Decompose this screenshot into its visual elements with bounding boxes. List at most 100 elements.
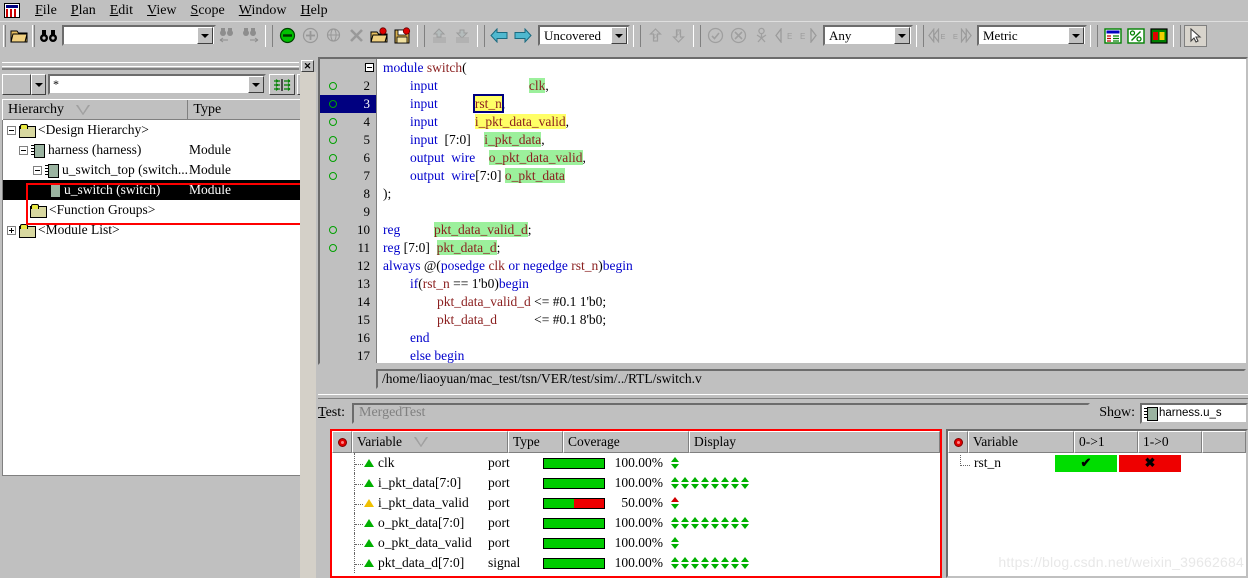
tree-item-design-hierarchy[interactable]: <Design Hierarchy> <box>3 120 313 140</box>
first-element-icon[interactable]: E <box>927 25 950 47</box>
column-header-display[interactable]: Display <box>689 431 940 453</box>
column-header-one-to-zero[interactable]: 1->0 <box>1138 431 1202 453</box>
svg-text:P: P <box>653 35 657 41</box>
pointer-tool-icon[interactable] <box>1184 24 1207 47</box>
source-code-text[interactable]: module switch( input clk, input rst_n, i… <box>377 59 1246 363</box>
coverage-table-body[interactable]: clk port 100.00% i_pkt_data[7:0] port 10… <box>332 453 940 576</box>
mark-uncovered-icon[interactable] <box>727 25 750 47</box>
horizontal-splitter[interactable] <box>318 394 1248 399</box>
previous-point-icon[interactable]: P <box>644 25 667 47</box>
fold-icon[interactable] <box>365 63 374 72</box>
move-down-icon[interactable] <box>451 25 474 47</box>
move-up-icon[interactable] <box>428 25 451 47</box>
forward-arrow-icon[interactable] <box>511 25 534 47</box>
tree-item-u-switch[interactable]: u_switch (switch) Module <box>3 180 313 200</box>
find-previous-icon[interactable] <box>216 25 239 47</box>
coverage-status-column-header[interactable] <box>332 431 352 453</box>
table-view-icon[interactable] <box>1101 25 1124 47</box>
chevron-down-icon[interactable] <box>197 27 213 44</box>
save-exclusion-icon[interactable] <box>391 25 414 47</box>
column-header-coverage[interactable]: Coverage <box>563 431 689 453</box>
column-header-extra[interactable] <box>1202 431 1246 453</box>
column-header-variable[interactable]: Variable <box>352 431 508 453</box>
metric-combo[interactable]: Metric <box>977 25 1087 46</box>
table-row[interactable]: rst_n ✔ ✖ <box>948 453 1246 473</box>
include-icon[interactable] <box>299 25 322 47</box>
any-filter-combo[interactable]: Any <box>823 25 913 46</box>
chevron-down-icon[interactable] <box>611 27 627 44</box>
tree-item-type: Module <box>189 142 231 157</box>
coverage-percent: 100.00% <box>614 535 663 550</box>
table-row[interactable]: pkt_data_d[7:0] signal 100.00% <box>332 553 940 573</box>
file-path-field[interactable]: /home/liaoyuan/mac_test/tsn/VER/test/sim… <box>376 369 1246 389</box>
hierarchy-tree[interactable]: <Design Hierarchy> harness (harness) Mod… <box>2 120 314 476</box>
pane-drag-grip[interactable] <box>2 62 299 70</box>
column-header-hierarchy[interactable]: Hierarchy <box>3 100 189 120</box>
tree-item-function-groups[interactable]: <Function Groups> <box>3 200 313 220</box>
last-element-icon[interactable]: E <box>950 25 973 47</box>
table-row[interactable]: clk port 100.00% <box>332 453 940 473</box>
annotate-icon[interactable] <box>750 25 773 47</box>
menu-window[interactable]: Window <box>232 1 294 21</box>
globe-icon[interactable] <box>322 25 345 47</box>
table-row[interactable]: o_pkt_data_valid port 100.00% <box>332 533 940 553</box>
delete-icon[interactable] <box>345 25 368 47</box>
percent-view-icon[interactable] <box>1124 25 1147 47</box>
next-point-icon[interactable]: P <box>667 25 690 47</box>
selected-signal-rst-n[interactable]: rst_n <box>472 94 504 113</box>
menu-view[interactable]: View <box>140 1 184 21</box>
close-icon[interactable]: ✕ <box>301 59 314 72</box>
wildcard-filter-input[interactable]: * <box>48 74 266 95</box>
scope-selector-button[interactable] <box>2 74 31 95</box>
uncovered-filter-combo[interactable]: Uncovered <box>538 25 630 46</box>
exclude-icon[interactable] <box>276 25 299 47</box>
expander-icon[interactable] <box>33 165 42 175</box>
chevron-down-icon[interactable] <box>894 27 910 44</box>
back-arrow-icon[interactable] <box>488 25 511 47</box>
expander-icon[interactable] <box>7 225 16 235</box>
test-field[interactable]: MergedTest <box>352 402 1091 424</box>
column-header-type[interactable]: Type <box>188 100 314 120</box>
menu-help[interactable]: Help <box>293 1 334 21</box>
table-row[interactable]: i_pkt_data[7:0] port 100.00% <box>332 473 940 493</box>
show-label: Show: <box>1099 405 1135 420</box>
chart-view-icon[interactable] <box>1147 25 1170 47</box>
menu-file[interactable]: File <box>28 1 64 21</box>
wildcard-filter-value[interactable]: * <box>53 77 248 92</box>
mark-covered-icon[interactable] <box>704 25 727 47</box>
table-row[interactable]: o_pkt_data[7:0] port 100.00% <box>332 513 940 533</box>
search-combo[interactable] <box>62 25 216 46</box>
menu-scope[interactable]: Scope <box>184 1 232 21</box>
show-scope-field[interactable]: harness.u_s <box>1140 402 1248 424</box>
toggle-detail-body[interactable]: rst_n ✔ ✖ <box>948 453 1246 576</box>
menu-edit[interactable]: Edit <box>103 1 140 21</box>
coverage-marker-icon <box>329 172 337 180</box>
tree-item-u-switch-top[interactable]: u_switch_top (switch... Module <box>3 160 313 180</box>
open-exclusion-icon[interactable] <box>368 25 391 47</box>
find-next-icon[interactable] <box>239 25 262 47</box>
open-folder-icon[interactable] <box>8 25 31 47</box>
expander-icon[interactable] <box>19 145 28 155</box>
chevron-down-icon[interactable] <box>248 76 264 93</box>
expander-icon[interactable] <box>7 125 16 135</box>
source-code-view[interactable]: 1 2 3 4 5 6 7 8 9 10 11 12 13 14 15 16 1 <box>318 57 1248 365</box>
toggle-status-column-header[interactable] <box>948 431 968 453</box>
flatten-hierarchy-icon[interactable] <box>269 74 295 95</box>
next-element-icon[interactable]: E <box>796 25 819 47</box>
previous-element-icon[interactable]: E <box>773 25 796 47</box>
column-header-variable[interactable]: Variable <box>968 431 1074 453</box>
chevron-down-icon[interactable] <box>1068 27 1084 44</box>
table-row[interactable]: i_pkt_data_valid port 50.00% <box>332 493 940 513</box>
toolbar-grip-2[interactable] <box>32 24 35 47</box>
variable-type: signal <box>488 555 521 570</box>
scope-selector-arrow-icon[interactable] <box>31 74 46 95</box>
tree-item-harness[interactable]: harness (harness) Module <box>3 140 313 160</box>
hierarchy-vertical-scrollbar[interactable] <box>300 72 316 578</box>
column-header-zero-to-one[interactable]: 0->1 <box>1074 431 1138 453</box>
toolbar-grip[interactable] <box>3 24 6 47</box>
binoculars-icon[interactable] <box>37 25 60 47</box>
any-filter-value: Any <box>829 27 852 43</box>
column-header-type[interactable]: Type <box>508 431 563 453</box>
tree-item-module-list[interactable]: <Module List> <box>3 220 313 240</box>
menu-plan[interactable]: Plan <box>64 1 103 21</box>
